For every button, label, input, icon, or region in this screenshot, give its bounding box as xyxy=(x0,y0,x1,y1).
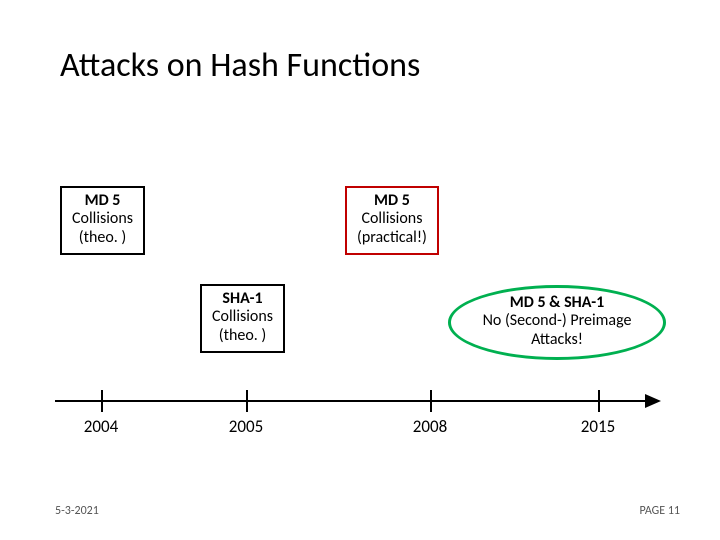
box-line: (practical!) xyxy=(357,229,427,247)
box-line: Collisions xyxy=(212,308,273,326)
timeline-axis xyxy=(55,400,647,402)
timeline-label: 2004 xyxy=(71,416,131,437)
footer-date: 5-3-2021 xyxy=(55,504,99,518)
box-line: (theo. ) xyxy=(212,327,273,345)
box-header: SHA-1 xyxy=(212,290,273,308)
timeline-label: 2005 xyxy=(216,416,276,437)
box-header: MD 5 & SHA-1 xyxy=(461,294,653,312)
footer-page-number: PAGE 11 xyxy=(640,504,680,518)
arrow-right-icon xyxy=(645,394,661,408)
box-md5-theoretical: MD 5 Collisions (theo. ) xyxy=(60,186,145,255)
box-line: Collisions xyxy=(357,210,427,228)
timeline-tick xyxy=(101,390,103,412)
box-no-preimage: MD 5 & SHA-1 No (Second-) Preimage Attac… xyxy=(448,285,666,360)
box-line: (theo. ) xyxy=(72,229,133,247)
box-header: MD 5 xyxy=(72,192,133,210)
box-sha1-theoretical: SHA-1 Collisions (theo. ) xyxy=(200,284,285,353)
timeline-tick xyxy=(430,390,432,412)
box-md5-practical: MD 5 Collisions (practical!) xyxy=(345,186,439,255)
box-line: Collisions xyxy=(72,210,133,228)
timeline-tick xyxy=(246,390,248,412)
slide-title: Attacks on Hash Functions xyxy=(60,45,420,86)
timeline-label: 2015 xyxy=(568,416,628,437)
box-header: MD 5 xyxy=(357,192,427,210)
box-line: Attacks! xyxy=(461,331,653,349)
timeline-label: 2008 xyxy=(400,416,460,437)
timeline-tick xyxy=(598,390,600,412)
box-line: No (Second-) Preimage xyxy=(461,312,653,330)
